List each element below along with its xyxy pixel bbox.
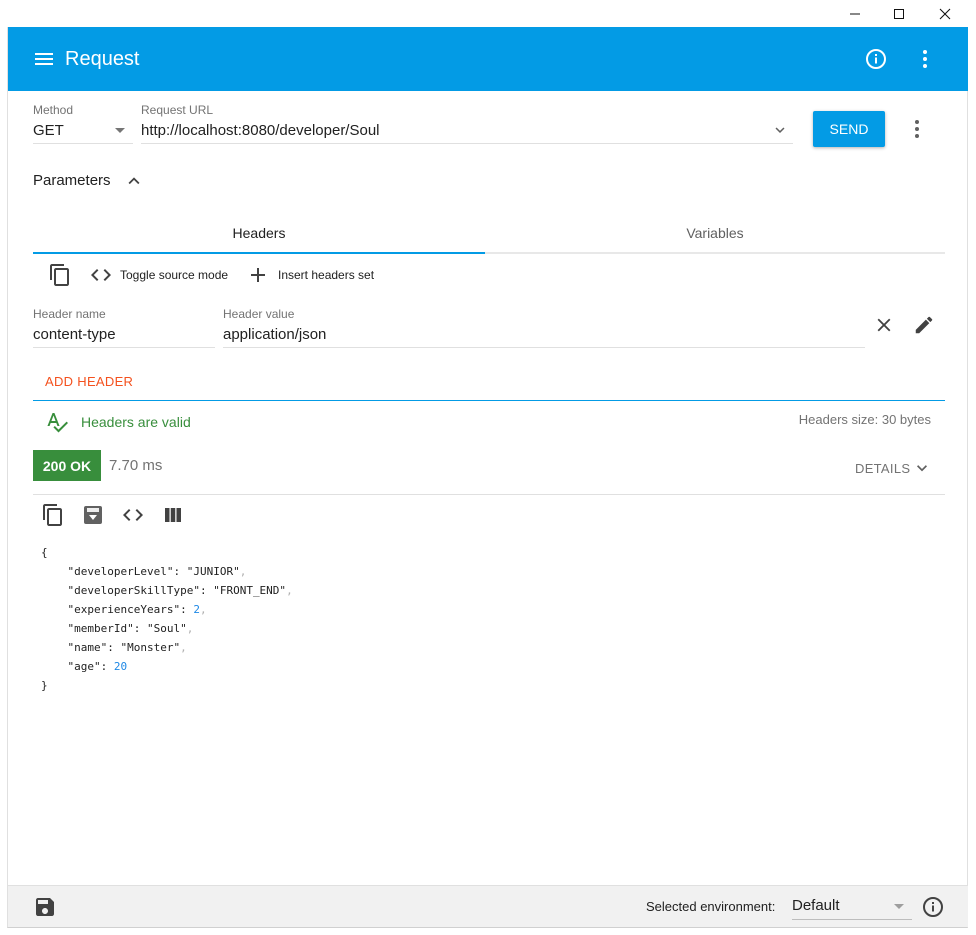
save-icon[interactable] bbox=[33, 895, 57, 919]
method-select[interactable]: GET bbox=[33, 122, 64, 140]
maximize-icon bbox=[894, 8, 904, 19]
header-value-input[interactable]: application/json bbox=[223, 326, 326, 344]
app-frame: Request Method GET Request URL http://lo… bbox=[7, 27, 968, 928]
json-key: "experienceYears" bbox=[67, 603, 181, 616]
tab-variables[interactable]: Variables bbox=[485, 212, 945, 254]
toggle-source-label: Toggle source mode bbox=[120, 268, 229, 282]
spellcheck-icon bbox=[47, 413, 68, 433]
url-underline bbox=[141, 143, 793, 144]
json-entry: "name": "Monster", bbox=[67, 641, 187, 654]
method-underline bbox=[33, 143, 133, 144]
json-value: "JUNIOR" bbox=[186, 565, 240, 578]
method-label: Method bbox=[33, 103, 74, 117]
more-vert-icon[interactable] bbox=[913, 47, 937, 71]
copy-icon bbox=[50, 264, 69, 286]
json-value: "Soul" bbox=[146, 622, 187, 635]
save-response-icon[interactable] bbox=[81, 503, 105, 527]
tab-headers[interactable]: Headers bbox=[33, 212, 485, 254]
details-toggle[interactable]: DETAILS bbox=[855, 458, 932, 478]
url-label: Request URL bbox=[141, 103, 214, 117]
headers-valid-text: Headers are valid bbox=[81, 414, 191, 430]
toggle-source-mode-button[interactable]: Toggle source mode bbox=[89, 263, 228, 287]
bottom-bar: Selected environment: Default bbox=[8, 885, 968, 927]
status-badge: 200 OK bbox=[33, 450, 101, 481]
env-underline bbox=[792, 919, 912, 920]
headers-valid-status: Headers are valid bbox=[45, 410, 191, 434]
json-comma: , bbox=[186, 622, 194, 635]
header-value-label: Header value bbox=[223, 307, 295, 321]
json-key: "memberId" bbox=[67, 622, 134, 635]
env-select[interactable]: Default bbox=[792, 897, 840, 914]
json-entry: "developerLevel": "JUNIOR", bbox=[67, 565, 247, 578]
menu-icon[interactable] bbox=[32, 47, 56, 71]
headers-divider bbox=[33, 400, 945, 401]
url-input[interactable]: http://localhost:8080/developer/Soul bbox=[141, 122, 380, 140]
json-entry: "experienceYears": 2, bbox=[67, 603, 207, 616]
method-dropdown-icon[interactable] bbox=[115, 128, 125, 133]
tab-indicator bbox=[33, 252, 485, 254]
json-value: 2 bbox=[193, 603, 200, 616]
json-comma: , bbox=[239, 565, 247, 578]
env-info-icon[interactable] bbox=[921, 895, 945, 919]
insert-headers-set-button[interactable]: Insert headers set bbox=[246, 263, 374, 287]
chevron-down-icon bbox=[917, 465, 928, 472]
json-close-brace: } bbox=[41, 679, 48, 692]
json-comma: , bbox=[286, 584, 293, 597]
json-entry: "age": 20 bbox=[67, 660, 128, 673]
header-value-underline bbox=[223, 347, 865, 348]
edit-icon[interactable] bbox=[913, 314, 935, 336]
json-key: "developerSkillType" bbox=[67, 584, 200, 597]
copy-response-icon[interactable] bbox=[41, 503, 65, 527]
header-name-label: Header name bbox=[33, 307, 106, 321]
header-name-input[interactable]: content-type bbox=[33, 326, 116, 344]
maximize-button[interactable] bbox=[876, 0, 922, 27]
response-divider bbox=[33, 494, 945, 495]
json-value: "FRONT_END" bbox=[213, 584, 287, 597]
json-entry: "memberId": "Soul", bbox=[67, 622, 194, 635]
send-button[interactable]: SEND bbox=[813, 111, 885, 147]
insert-headers-label: Insert headers set bbox=[278, 268, 375, 282]
json-key: "developerLevel" bbox=[67, 565, 174, 578]
json-value: 20 bbox=[113, 660, 128, 673]
app-bar: Request bbox=[8, 27, 968, 91]
json-entry: "developerSkillType": "FRONT_END", bbox=[67, 584, 293, 597]
request-more-icon[interactable] bbox=[905, 117, 929, 141]
parameters-toggle[interactable]: Parameters bbox=[33, 172, 111, 189]
json-value: "Monster" bbox=[120, 641, 181, 654]
details-label: DETAILS bbox=[855, 460, 911, 476]
window-titlebar bbox=[0, 0, 976, 27]
chevron-down-icon[interactable] bbox=[771, 121, 789, 139]
json-key: "name" bbox=[67, 641, 108, 654]
response-body: { "developerLevel": "JUNIOR", "developer… bbox=[41, 543, 293, 695]
json-key: "age" bbox=[67, 660, 101, 673]
response-time: 7.70 ms bbox=[109, 457, 163, 474]
view-column-icon[interactable] bbox=[161, 503, 185, 527]
chevron-up-icon[interactable] bbox=[123, 170, 145, 192]
add-header-button[interactable]: ADD HEADER bbox=[45, 374, 133, 389]
copy-headers-button[interactable] bbox=[48, 263, 72, 287]
code-icon bbox=[91, 269, 111, 281]
json-open-brace: { bbox=[41, 546, 48, 559]
env-label: Selected environment: bbox=[646, 899, 776, 914]
json-comma: , bbox=[180, 641, 187, 654]
close-icon bbox=[939, 8, 951, 19]
code-icon[interactable] bbox=[121, 503, 145, 527]
minimize-button[interactable] bbox=[832, 0, 878, 27]
close-window-button[interactable] bbox=[922, 0, 968, 27]
minimize-icon bbox=[850, 13, 860, 14]
add-icon bbox=[251, 268, 265, 282]
header-name-underline bbox=[33, 347, 215, 348]
info-icon[interactable] bbox=[864, 47, 888, 71]
json-comma: , bbox=[199, 603, 207, 616]
env-dropdown-icon[interactable] bbox=[894, 904, 904, 909]
page-title: Request bbox=[65, 48, 140, 70]
remove-header-icon[interactable] bbox=[873, 314, 895, 336]
tabs-divider bbox=[485, 252, 945, 254]
headers-size-text: Headers size: 30 bytes bbox=[798, 412, 931, 427]
